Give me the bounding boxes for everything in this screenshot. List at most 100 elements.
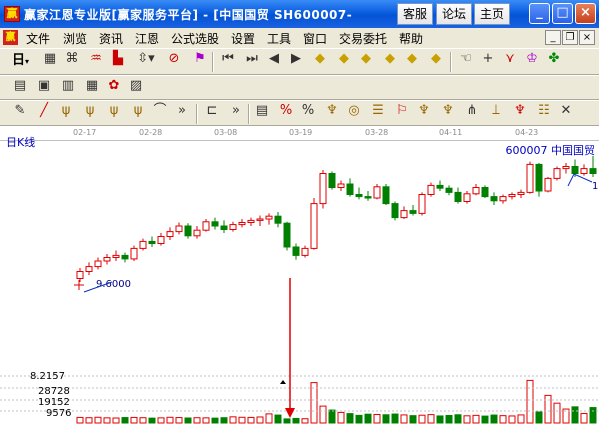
menu-settings[interactable]: 设置 [231, 30, 255, 47]
candle-body[interactable] [238, 222, 246, 226]
candle-body[interactable] [301, 247, 309, 256]
period-lines-icon[interactable]: ♆ [438, 101, 458, 121]
calculator-icon[interactable]: ▦ [82, 76, 102, 96]
diamond-left-icon[interactable]: ◆ [356, 49, 376, 69]
volume-bar[interactable] [373, 413, 381, 424]
menu-browse[interactable]: 浏览 [63, 30, 87, 47]
candle-body[interactable] [130, 247, 138, 260]
volume-bar[interactable] [301, 418, 309, 424]
candle-body[interactable] [184, 225, 192, 237]
hand-tool-icon[interactable]: ☜ [456, 49, 476, 69]
line-tool-icon[interactable]: ╱ [34, 101, 54, 121]
box-tool-icon[interactable]: ☷ [534, 101, 554, 121]
candle-body[interactable] [121, 254, 129, 260]
mdi-logo-icon[interactable]: 赢 [3, 30, 18, 45]
volume-bar[interactable] [76, 416, 84, 424]
circle-tool-icon[interactable]: ◎ [344, 101, 364, 121]
volume-bar[interactable] [85, 417, 93, 424]
candle-body[interactable] [274, 215, 282, 224]
volume-bar[interactable] [238, 416, 246, 424]
volume-bar[interactable] [166, 416, 174, 424]
diamond-cross-icon[interactable]: ◆ [402, 49, 422, 69]
more-tools-icon[interactable]: » [172, 101, 192, 121]
candle-body[interactable] [310, 203, 318, 249]
candle-body[interactable] [472, 187, 480, 195]
back-icon[interactable]: ◀ [264, 49, 284, 69]
fan-tool-icon[interactable]: ψ [104, 101, 124, 121]
volume-bar[interactable] [157, 417, 165, 424]
candle-body[interactable] [526, 163, 534, 193]
candle-body[interactable] [571, 166, 579, 174]
volume-bar[interactable] [184, 417, 192, 424]
fork-tool-icon[interactable]: ψ [56, 101, 76, 121]
volume-bar[interactable] [310, 382, 318, 424]
menu-formula[interactable]: 公式选股 [171, 30, 219, 47]
gear-tool-icon[interactable]: ✿ [104, 76, 124, 96]
candle-body[interactable] [364, 196, 372, 199]
candle-body[interactable] [355, 194, 363, 198]
candle-body[interactable] [454, 191, 462, 203]
candle-body[interactable] [580, 168, 588, 174]
kline-chart[interactable]: 9.6000 1 8.2157 28728 19152 9576 [0, 126, 599, 428]
volume-bar[interactable] [292, 417, 300, 424]
candle-body[interactable] [589, 168, 597, 174]
volume-bar[interactable] [319, 405, 327, 424]
volume-bar[interactable] [112, 417, 120, 424]
volume-bar[interactable] [535, 411, 543, 424]
delete-tool-icon[interactable]: ✕ [556, 101, 576, 121]
chart-type-icon[interactable]: ⌘ [62, 49, 82, 69]
indicator-icon[interactable]: ♒ [86, 49, 106, 69]
volume-bar[interactable] [580, 412, 588, 424]
volume-bar[interactable] [436, 415, 444, 424]
candle-body[interactable] [148, 240, 156, 245]
volume-bar[interactable] [103, 417, 111, 424]
candle-body[interactable] [175, 225, 183, 233]
pitchfork-tool-icon[interactable]: ψ [80, 101, 100, 121]
candle-body[interactable] [337, 183, 345, 188]
candle-body[interactable] [85, 266, 93, 273]
candle-body[interactable] [229, 224, 237, 230]
mdi-minimize-button[interactable]: _ [545, 30, 561, 45]
candle-body[interactable] [220, 225, 228, 230]
volume-bar[interactable] [454, 414, 462, 424]
volume-bar[interactable] [418, 414, 426, 424]
bracket-tool-icon[interactable]: ⊏ [202, 101, 222, 121]
menu-trade[interactable]: 交易委托 [339, 30, 387, 47]
candle-body[interactable] [103, 257, 111, 262]
lines-tool-icon[interactable]: ☰ [368, 101, 388, 121]
volume-bar[interactable] [526, 379, 534, 424]
gann-tool-icon[interactable]: ψ [128, 101, 148, 121]
volume-bar[interactable] [283, 418, 291, 424]
candle-body[interactable] [76, 271, 84, 279]
candle-body[interactable] [562, 166, 570, 170]
mdi-restore-button[interactable]: ❐ [562, 30, 578, 45]
volume-bar[interactable] [148, 417, 156, 424]
volume-bar[interactable] [355, 414, 363, 424]
save-icon[interactable]: ▨ [126, 76, 146, 96]
candle-body[interactable] [544, 177, 552, 192]
candle-body[interactable] [508, 194, 516, 198]
candle-body[interactable] [499, 196, 507, 202]
volume-bar[interactable] [589, 407, 597, 424]
candle-body[interactable] [112, 254, 120, 258]
candle-body[interactable] [490, 196, 498, 202]
gift-icon[interactable]: ♔ [522, 49, 542, 69]
trend-icon[interactable]: ⋎ [500, 49, 520, 69]
candle-body[interactable] [409, 210, 417, 214]
percent-icon[interactable]: % [298, 101, 318, 121]
volume-bar[interactable] [427, 414, 435, 424]
volume-bar[interactable] [382, 414, 390, 424]
candle-body[interactable] [463, 193, 471, 203]
volume-bar[interactable] [391, 413, 399, 424]
volume-bar[interactable] [553, 402, 561, 424]
volume-bar[interactable] [490, 414, 498, 424]
volume-bar[interactable] [229, 416, 237, 424]
menu-info[interactable]: 资讯 [99, 30, 123, 47]
fib-tool-icon[interactable]: ♆ [322, 101, 342, 121]
candle-body[interactable] [166, 231, 174, 237]
volume-bar[interactable] [121, 417, 129, 424]
volume-bar[interactable] [400, 414, 408, 424]
cycle-tool-icon[interactable]: ♆ [510, 101, 530, 121]
grid-tool-icon[interactable]: ▤ [252, 101, 272, 121]
candle-body[interactable] [319, 173, 327, 205]
